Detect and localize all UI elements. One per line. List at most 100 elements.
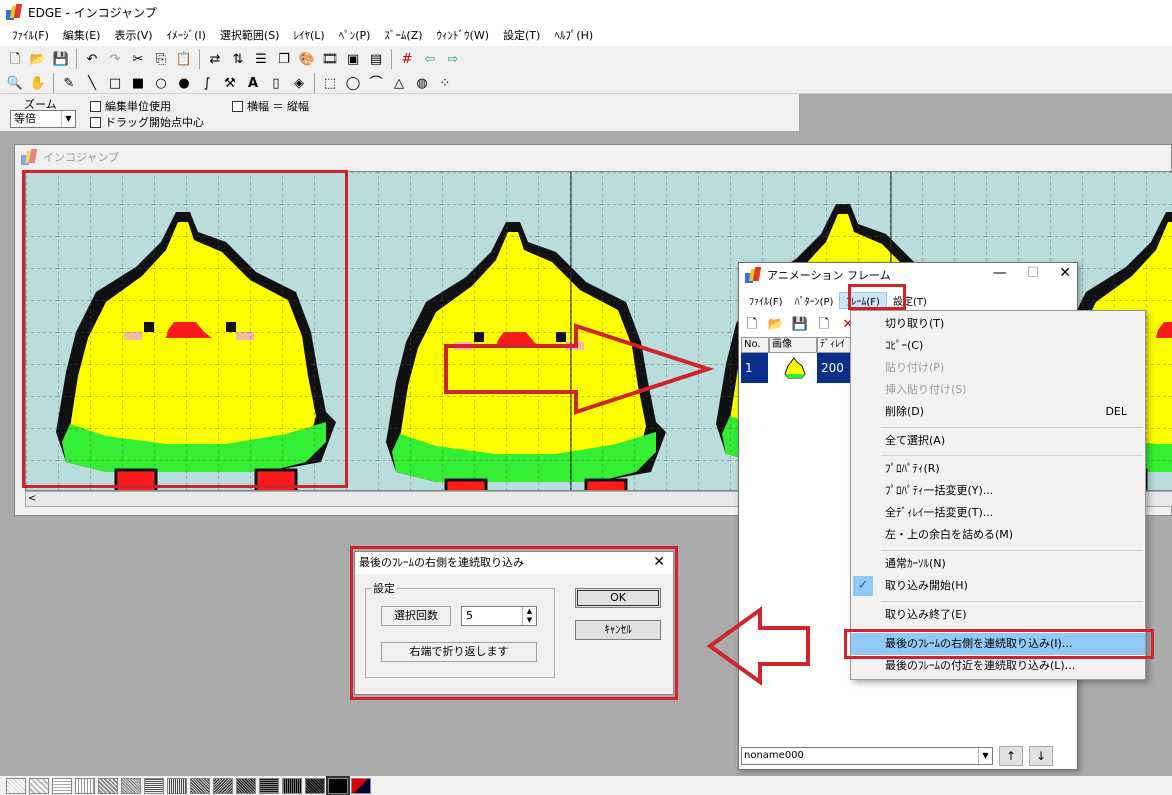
pattern-swatch[interactable] [282,777,302,794]
menu-paste[interactable]: 貼り付け(P) [851,357,1145,379]
open-folder-icon[interactable]: 📂 [765,313,787,335]
fill-icon[interactable]: ◈ [288,72,310,94]
save-icon[interactable]: 💾 [789,313,811,335]
cancel-button[interactable]: ｷｬﾝｾﾙ [575,620,661,640]
pattern-swatch[interactable] [167,777,187,794]
ok-button[interactable]: OK [575,588,661,608]
cut-icon[interactable]: ✂ [127,48,149,70]
zoom-icon[interactable]: 🔍 [4,72,26,94]
pattern-swatch[interactable] [190,777,210,794]
pencil-icon[interactable]: ✎ [58,72,80,94]
redo-icon[interactable]: ↷ [104,48,126,70]
stripes-icon[interactable]: ☰ [250,48,272,70]
anim-menu-pattern[interactable]: ﾊﾟﾀｰﾝ(P) [789,293,840,308]
pattern-swatch[interactable] [121,777,141,794]
palette-icon[interactable]: 🎨 [296,48,318,70]
edit-unit-checkbox[interactable]: 編集単位使用 [90,98,171,114]
filled-ellipse-icon[interactable]: ● [173,72,195,94]
menu-view[interactable]: 表示(V) [108,27,158,43]
film-icon[interactable]: 🎞 [319,48,341,70]
open-folder-icon[interactable]: 📂 [27,48,49,70]
copy-icon[interactable]: ⎘ [150,48,172,70]
magic-wand-icon[interactable]: ◍ [411,72,433,94]
ellipse-select-icon[interactable]: ◯ [342,72,364,94]
menu-property-bulk[interactable]: ﾌﾟﾛﾊﾟﾃｨ一括変更(Y)... [851,480,1145,502]
menu-copy[interactable]: ｺﾋﾟｰ(C) [851,335,1145,357]
hand-icon[interactable]: ✋ [27,72,49,94]
text-icon[interactable]: A [242,72,264,94]
close-icon[interactable]: ✕ [1059,265,1071,281]
menu-insert-paste[interactable]: 挿入貼り付け(S) [851,379,1145,401]
menu-property[interactable]: ﾌﾟﾛﾊﾟﾃｨ(R) [851,458,1145,480]
menu-delay-bulk[interactable]: 全ﾃﾞｨﾚｲ一括変更(T)... [851,502,1145,524]
paste-icon[interactable]: 📋 [173,48,195,70]
spinner-arrows-icon[interactable]: ▲ ▼ [522,607,536,625]
menu-pen[interactable]: ﾍﾟﾝ(P) [333,27,377,43]
polygon-select-icon[interactable]: △ [388,72,410,94]
preview-icon[interactable]: ▣ [342,48,364,70]
scroll-left-icon[interactable]: < [28,492,36,506]
menu-trim-margin[interactable]: 左・上の余白を詰める(M) [851,524,1145,546]
menu-cut[interactable]: 切り取り(T) [851,313,1145,335]
pattern-swatch[interactable] [144,777,164,794]
back-icon[interactable]: ⇦ [419,48,441,70]
spray-icon[interactable]: ▯ [265,72,287,94]
maximize-icon[interactable]: ☐ [1027,265,1040,281]
menu-file[interactable]: ﾌｧｲﾙ(F) [6,27,55,43]
pattern-swatch[interactable] [213,777,233,794]
menu-capture-end[interactable]: 取り込み終了(E) [851,604,1145,626]
pattern-swatch[interactable] [326,775,350,795]
menu-selection[interactable]: 選択範囲(S) [214,27,286,43]
grid-icon[interactable]: # [396,48,418,70]
forward-icon[interactable]: ⇨ [442,48,464,70]
line-icon[interactable]: ╲ [81,72,103,94]
menu-settings[interactable]: 設定(T) [497,27,546,43]
window-icon[interactable]: ▤ [365,48,387,70]
zoom-select[interactable]: 等倍 ▼ [10,110,76,128]
move-up-button[interactable]: ↑ [999,746,1023,766]
menu-layer[interactable]: ﾚｲﾔ(L) [287,27,330,43]
rect-icon[interactable]: □ [104,72,126,94]
menu-select-all[interactable]: 全て選択(A) [851,430,1145,452]
pattern-swatch[interactable] [305,777,325,794]
color-swap-icon[interactable] [351,777,371,794]
anim-menu-file[interactable]: ﾌｧｲﾙ(F) [743,293,789,308]
new-file-icon[interactable]: 🗋 [741,313,763,335]
save-icon[interactable]: 💾 [50,48,72,70]
pattern-swatch[interactable] [259,777,279,794]
pattern-combo[interactable]: noname000 ▼ [741,747,993,765]
drag-center-checkbox[interactable]: ドラッグ開始点中心 [90,114,204,130]
pattern-swatch[interactable] [6,777,26,794]
rect-select-icon[interactable]: ⬚ [319,72,341,94]
curve-icon[interactable]: ∫ [196,72,218,94]
ellipse-icon[interactable]: ○ [150,72,172,94]
filled-rect-icon[interactable]: ■ [127,72,149,94]
menu-image[interactable]: ｲﾒｰｼﾞ(I) [161,27,212,43]
menu-delete[interactable]: 削除(D) DEL [851,401,1145,423]
pixel-select-icon[interactable]: ⁘ [434,72,456,94]
menu-window[interactable]: ｳｨﾝﾄﾞｳ(W) [431,27,495,43]
keep-ratio-checkbox[interactable]: 横幅 ＝ 縦幅 [232,98,309,114]
hammer-icon[interactable]: ⚒ [219,72,241,94]
menu-zoom[interactable]: ｽﾞｰﾑ(Z) [378,27,428,43]
new-file-icon[interactable]: 🗋 [4,48,26,70]
pattern-swatch[interactable] [98,777,118,794]
move-down-button[interactable]: ↓ [1029,746,1053,766]
undo-icon[interactable]: ↶ [81,48,103,70]
pattern-swatch[interactable] [52,777,72,794]
frame-row[interactable]: 1 200 [741,353,851,383]
pattern-swatch[interactable] [29,777,49,794]
pattern-swatch[interactable] [75,777,95,794]
close-icon[interactable]: ✕ [653,554,665,570]
count-spinner[interactable]: 5 ▲ ▼ [461,606,537,626]
menu-edit[interactable]: 編集(E) [57,27,107,43]
flip-vertical-icon[interactable]: ⇅ [227,48,249,70]
layer-icon[interactable]: ❐ [273,48,295,70]
pattern-swatch[interactable] [236,777,256,794]
menu-capture-start[interactable]: ✓ 取り込み開始(H) [851,575,1145,597]
menu-normal-cursor[interactable]: 通常ｶｰｿﾙ(N) [851,553,1145,575]
flip-horizontal-icon[interactable]: ⇄ [204,48,226,70]
new-frame-icon[interactable]: 🗋 [813,313,835,335]
minimize-icon[interactable]: — [993,265,1007,281]
lasso-icon[interactable]: ⌒ [365,72,387,94]
